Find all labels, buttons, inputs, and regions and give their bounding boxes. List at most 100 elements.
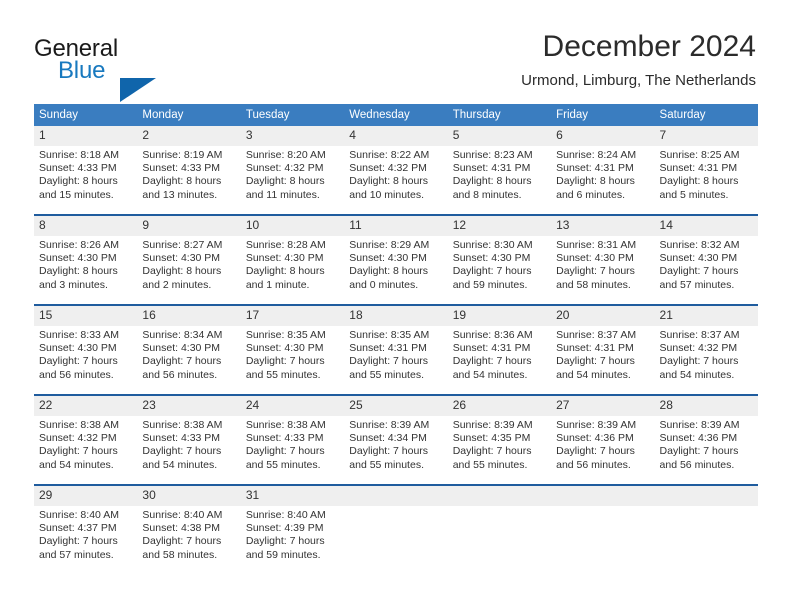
day-cell-inner: 5 Sunrise: 8:23 AM Sunset: 4:31 PM Daylight… (447, 126, 552, 214)
day-details: Sunrise: 8:37 AM Sunset: 4:32 PM Daylight:… (655, 326, 758, 382)
day-number: 26 (447, 396, 552, 416)
sunrise-text: Sunrise: 8:38 AM (142, 419, 223, 431)
daylight-text-line2: and 54 minutes. (39, 458, 114, 471)
sunrise-text: Sunrise: 8:28 AM (245, 239, 326, 251)
day-details: Sunrise: 8:32 AM Sunset: 4:30 PM Daylight:… (655, 236, 758, 292)
day-details: Sunrise: 8:38 AM Sunset: 4:33 PM Daylight:… (241, 416, 344, 472)
calendar-day-cell[interactable]: 7 Sunrise: 8:25 AM Sunset: 4:31 PM Daylight… (654, 126, 758, 215)
daylight-text-line1: Daylight: 8 hours (349, 175, 429, 188)
calendar-day-cell[interactable]: 19 Sunrise: 8:36 AM Sunset: 4:31 PM Dayligh… (447, 304, 552, 395)
calendar-day-cell[interactable]: 5 Sunrise: 8:23 AM Sunset: 4:31 PM Daylight… (447, 126, 552, 215)
daylight-text-line1: Daylight: 7 hours (245, 445, 325, 458)
day-number: 3 (240, 126, 345, 146)
weekday-header-wednesday: Wednesday (344, 104, 448, 126)
daylight-text-line1: Daylight: 7 hours (452, 445, 532, 458)
calendar-day-cell[interactable]: 10 Sunrise: 8:28 AM Sunset: 4:30 PM Dayligh… (240, 214, 345, 305)
daylight-text-line2: and 56 minutes. (659, 458, 735, 471)
calendar-day-cell[interactable]: 27 Sunrise: 8:39 AM Sunset: 4:36 PM Dayligh… (551, 394, 655, 485)
day-number (344, 486, 448, 506)
sunrise-text: Sunrise: 8:19 AM (142, 149, 223, 161)
calendar-day-cell[interactable]: 9 Sunrise: 8:27 AM Sunset: 4:30 PM Daylight… (137, 214, 241, 305)
calendar-day-cell[interactable]: 18 Sunrise: 8:35 AM Sunset: 4:31 PM Dayligh… (344, 304, 448, 395)
sunrise-text: Sunrise: 8:27 AM (142, 239, 223, 251)
day-details: Sunrise: 8:37 AM Sunset: 4:31 PM Daylight:… (551, 326, 654, 382)
day-cell-inner: 30 Sunrise: 8:40 AM Sunset: 4:38 PM Dayligh… (137, 486, 241, 574)
day-cell-inner: 9 Sunrise: 8:27 AM Sunset: 4:30 PM Daylight… (137, 216, 241, 304)
calendar-day-cell[interactable]: 3 Sunrise: 8:20 AM Sunset: 4:32 PM Daylight… (240, 126, 345, 215)
sunset-text: Sunset: 4:38 PM (142, 522, 221, 535)
day-cell-inner: 26 Sunrise: 8:39 AM Sunset: 4:35 PM Dayligh… (447, 396, 552, 484)
sunset-text: Sunset: 4:32 PM (245, 162, 324, 175)
daylight-text-line2: and 59 minutes. (245, 548, 321, 561)
calendar-day-cell[interactable]: 12 Sunrise: 8:30 AM Sunset: 4:30 PM Dayligh… (447, 214, 552, 305)
sunset-text: Sunset: 4:32 PM (659, 342, 738, 355)
calendar-day-cell[interactable]: 22 Sunrise: 8:38 AM Sunset: 4:32 PM Dayligh… (34, 394, 138, 485)
day-number (551, 486, 655, 506)
calendar-day-cell[interactable]: 31 Sunrise: 8:40 AM Sunset: 4:39 PM Dayligh… (240, 484, 345, 574)
calendar-day-cell[interactable]: 24 Sunrise: 8:38 AM Sunset: 4:33 PM Dayligh… (240, 394, 345, 485)
day-number: 7 (654, 126, 758, 146)
daylight-text-line1: Daylight: 7 hours (556, 445, 635, 458)
sunrise-text: Sunrise: 8:25 AM (659, 149, 740, 161)
calendar-day-cell[interactable]: 14 Sunrise: 8:32 AM Sunset: 4:30 PM Dayligh… (654, 214, 758, 305)
calendar-day-cell[interactable]: 21 Sunrise: 8:37 AM Sunset: 4:32 PM Dayligh… (654, 304, 758, 395)
sunrise-text: Sunrise: 8:20 AM (245, 149, 326, 161)
sunset-text: Sunset: 4:32 PM (349, 162, 427, 175)
calendar-day-cell[interactable]: 1 Sunrise: 8:18 AM Sunset: 4:33 PM Daylight… (34, 126, 138, 215)
day-details: Sunrise: 8:18 AM Sunset: 4:33 PM Daylight:… (34, 146, 137, 202)
day-details: Sunrise: 8:40 AM Sunset: 4:38 PM Daylight:… (137, 506, 240, 562)
calendar-day-cell[interactable]: 25 Sunrise: 8:39 AM Sunset: 4:34 PM Dayligh… (344, 394, 448, 485)
calendar-week-row: 22 Sunrise: 8:38 AM Sunset: 4:32 PM Dayligh… (34, 394, 758, 485)
calendar-day-cell[interactable]: 11 Sunrise: 8:29 AM Sunset: 4:30 PM Dayligh… (344, 214, 448, 305)
day-details: Sunrise: 8:20 AM Sunset: 4:32 PM Daylight:… (241, 146, 344, 202)
calendar-day-cell[interactable]: 17 Sunrise: 8:35 AM Sunset: 4:30 PM Dayligh… (240, 304, 345, 395)
brand-logo[interactable]: General Blue (34, 36, 214, 102)
calendar-day-cell[interactable]: 8 Sunrise: 8:26 AM Sunset: 4:30 PM Daylight… (34, 214, 138, 305)
daylight-text-line2: and 55 minutes. (452, 458, 528, 471)
daylight-text-line2: and 11 minutes. (245, 188, 320, 201)
sunset-text: Sunset: 4:33 PM (142, 432, 221, 445)
calendar-day-cell[interactable]: 29 Sunrise: 8:40 AM Sunset: 4:37 PM Dayligh… (34, 484, 138, 574)
calendar-day-cell[interactable]: 20 Sunrise: 8:37 AM Sunset: 4:31 PM Dayligh… (551, 304, 655, 395)
sunrise-text: Sunrise: 8:35 AM (245, 329, 326, 341)
blue-triangle-logo-icon (120, 78, 156, 102)
calendar-empty-cell (447, 484, 552, 574)
sunset-text: Sunset: 4:31 PM (556, 162, 634, 175)
calendar-day-cell[interactable]: 2 Sunrise: 8:19 AM Sunset: 4:33 PM Daylight… (137, 126, 241, 215)
calendar-day-cell[interactable]: 6 Sunrise: 8:24 AM Sunset: 4:31 PM Daylight… (551, 126, 655, 215)
day-number: 30 (137, 486, 241, 506)
calendar-day-cell[interactable]: 4 Sunrise: 8:22 AM Sunset: 4:32 PM Daylight… (344, 126, 448, 215)
day-number: 24 (240, 396, 345, 416)
sunset-text: Sunset: 4:31 PM (556, 342, 634, 355)
sunrise-text: Sunrise: 8:34 AM (142, 329, 223, 341)
sunset-text: Sunset: 4:31 PM (452, 162, 531, 175)
day-cell-inner: 16 Sunrise: 8:34 AM Sunset: 4:30 PM Dayligh… (137, 306, 241, 394)
daylight-text-line1: Daylight: 7 hours (556, 355, 635, 368)
sunrise-text: Sunrise: 8:38 AM (245, 419, 326, 431)
sunset-text: Sunset: 4:30 PM (39, 342, 117, 355)
daylight-text-line1: Daylight: 8 hours (245, 175, 325, 188)
calendar-day-cell[interactable]: 13 Sunrise: 8:31 AM Sunset: 4:30 PM Dayligh… (551, 214, 655, 305)
calendar-day-cell[interactable]: 23 Sunrise: 8:38 AM Sunset: 4:33 PM Dayligh… (137, 394, 241, 485)
day-number (447, 486, 552, 506)
calendar-day-cell[interactable]: 30 Sunrise: 8:40 AM Sunset: 4:38 PM Dayligh… (137, 484, 241, 574)
calendar-day-cell[interactable]: 28 Sunrise: 8:39 AM Sunset: 4:36 PM Dayligh… (654, 394, 758, 485)
day-details: Sunrise: 8:35 AM Sunset: 4:31 PM Daylight:… (344, 326, 447, 382)
calendar-day-cell[interactable]: 15 Sunrise: 8:33 AM Sunset: 4:30 PM Dayligh… (34, 304, 138, 395)
daylight-text-line1: Daylight: 8 hours (142, 265, 222, 278)
daylight-text-line1: Daylight: 8 hours (39, 175, 118, 188)
day-number: 21 (654, 306, 758, 326)
weekday-header-tuesday: Tuesday (240, 104, 345, 126)
weekday-header-saturday: Saturday (654, 104, 758, 126)
day-details: Sunrise: 8:38 AM Sunset: 4:33 PM Daylight:… (137, 416, 240, 472)
day-details: Sunrise: 8:31 AM Sunset: 4:30 PM Daylight:… (551, 236, 654, 292)
day-details: Sunrise: 8:39 AM Sunset: 4:36 PM Daylight:… (551, 416, 654, 472)
calendar-day-cell[interactable]: 16 Sunrise: 8:34 AM Sunset: 4:30 PM Dayligh… (137, 304, 241, 395)
sunrise-text: Sunrise: 8:38 AM (39, 419, 119, 431)
day-details: Sunrise: 8:30 AM Sunset: 4:30 PM Daylight:… (448, 236, 551, 292)
calendar-day-cell[interactable]: 26 Sunrise: 8:39 AM Sunset: 4:35 PM Dayligh… (447, 394, 552, 485)
sunset-text: Sunset: 4:30 PM (659, 252, 738, 265)
day-number (654, 486, 758, 506)
calendar-week-row: 15 Sunrise: 8:33 AM Sunset: 4:30 PM Dayligh… (34, 304, 758, 395)
day-cell-inner: 10 Sunrise: 8:28 AM Sunset: 4:30 PM Dayligh… (240, 216, 345, 304)
